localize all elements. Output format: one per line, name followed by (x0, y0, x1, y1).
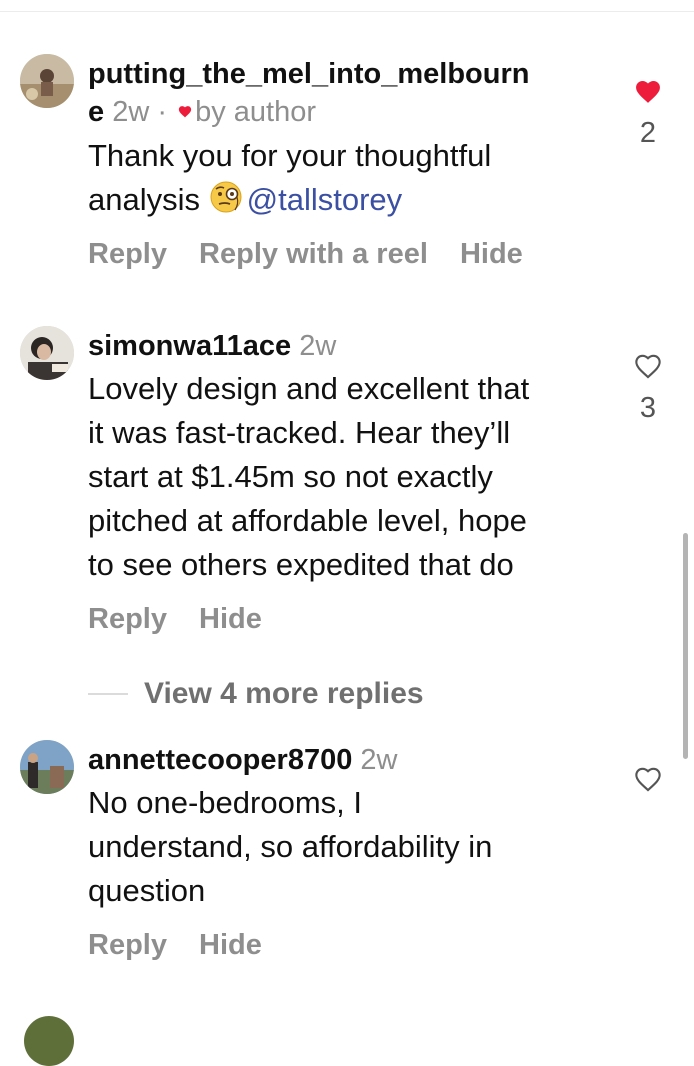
timestamp: 2w (112, 96, 150, 128)
hide-button[interactable]: Hide (199, 603, 262, 635)
timestamp: 2w (360, 744, 398, 776)
avatar[interactable] (20, 740, 74, 794)
reply-button[interactable]: Reply (88, 603, 167, 635)
reply-button[interactable]: Reply (88, 929, 167, 961)
comment-text: Lovely design and excellent that it was … (88, 371, 530, 582)
like-count: 3 (639, 392, 657, 424)
heart-icon (178, 106, 192, 118)
avatar[interactable] (20, 326, 74, 380)
comment-actions: Reply Reply with a reel Hide (88, 234, 608, 274)
username[interactable]: simonwa11ace 2w (88, 327, 608, 365)
mention-link[interactable]: @tallstorey (247, 182, 403, 217)
scrollbar[interactable] (683, 533, 688, 759)
like-control: 2 (628, 79, 668, 150)
hide-button[interactable]: Hide (460, 238, 523, 270)
hide-button[interactable]: Hide (199, 929, 262, 961)
avatar[interactable] (20, 54, 74, 108)
comment-body: annettecooper8700 2w No one-bedrooms, I … (88, 741, 608, 965)
comment-actions: Reply Hide (88, 599, 608, 639)
timestamp: 2w (299, 330, 337, 362)
username[interactable]: putting_the_mel_into_melbourn e 2w · by … (88, 55, 608, 131)
view-more-replies[interactable]: View 4 more replies (88, 672, 424, 716)
like-count: 2 (639, 117, 657, 149)
heart-outline-icon[interactable] (634, 353, 662, 379)
reply-button[interactable]: Reply (88, 238, 167, 270)
top-divider (0, 11, 694, 12)
comment-body: putting_the_mel_into_melbourn e 2w · by … (88, 55, 608, 274)
face-with-monocle-icon (210, 181, 242, 213)
by-author-label: by author (195, 96, 316, 128)
comment-body: simonwa11ace 2w Lovely design and excell… (88, 327, 608, 639)
comment-actions: Reply Hide (88, 925, 608, 965)
comment-text: Thank you for your thoughtful analysis @… (88, 138, 492, 217)
replies-line (88, 693, 128, 695)
like-control: 3 (628, 353, 668, 425)
reply-with-reel-button[interactable]: Reply with a reel (199, 238, 428, 270)
separator-dot: · (157, 96, 168, 128)
heart-outline-icon[interactable] (634, 766, 662, 792)
heart-filled-icon[interactable] (634, 79, 662, 104)
view-more-replies-label: View 4 more replies (144, 677, 424, 710)
like-control (628, 766, 668, 792)
username[interactable]: annettecooper8700 2w (88, 741, 608, 779)
comment-text: No one-bedrooms, I understand, so afford… (88, 785, 493, 908)
